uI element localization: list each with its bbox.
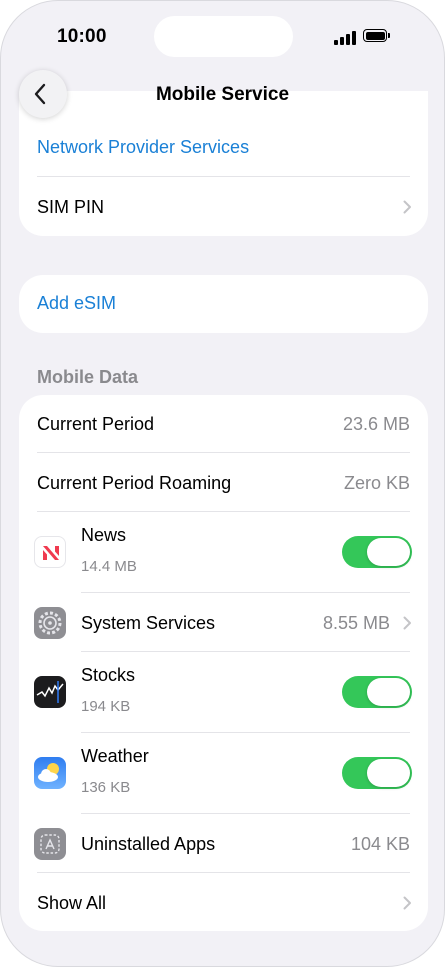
current-period-value: 23.6 MB xyxy=(342,414,410,434)
page-title: Mobile Service xyxy=(155,84,290,105)
network-group: Network Provider Services SIM PIN xyxy=(19,91,428,236)
stocks-icon xyxy=(34,676,66,708)
mobile-data-header: Mobile Data xyxy=(37,367,139,387)
show-all-row[interactable]: Show All xyxy=(19,873,428,931)
app-row-weather: Weather 136 KB xyxy=(19,733,428,814)
network-provider-services-row[interactable]: Network Provider Services xyxy=(19,119,428,177)
app-usage: 194 KB xyxy=(81,698,131,715)
weather-data-toggle[interactable] xyxy=(342,757,412,789)
app-row-stocks: Stocks 194 KB xyxy=(19,652,428,733)
app-row-news: News 14.4 MB xyxy=(19,512,428,593)
signal-icon xyxy=(334,31,356,45)
news-icon xyxy=(34,536,66,568)
chevron-right-icon xyxy=(403,200,411,214)
battery-icon xyxy=(363,29,390,42)
chevron-right-icon xyxy=(403,896,411,910)
app-row-system-services[interactable]: System Services 8.55 MB xyxy=(19,593,428,652)
sim-pin-label: SIM PIN xyxy=(37,197,105,217)
app-name: System Services xyxy=(81,613,216,633)
news-data-toggle[interactable] xyxy=(342,536,412,568)
status-time: 10:00 xyxy=(57,26,107,47)
system-services-icon xyxy=(34,607,66,639)
app-usage: 136 KB xyxy=(81,779,131,796)
app-name: Uninstalled Apps xyxy=(81,834,216,854)
current-period-label: Current Period xyxy=(37,414,155,434)
current-period-row: Current Period 23.6 MB xyxy=(19,395,428,453)
mobile-data-group: Current Period 23.6 MB Current Period Ro… xyxy=(19,395,428,931)
add-esim-button[interactable]: Add eSIM xyxy=(37,293,116,314)
current-period-roaming-value: Zero KB xyxy=(343,473,410,493)
app-usage: 14.4 MB xyxy=(81,558,137,575)
weather-icon xyxy=(34,757,66,789)
network-provider-services-link[interactable]: Network Provider Services xyxy=(37,137,249,158)
esim-group: Add eSIM xyxy=(19,275,428,333)
dynamic-island xyxy=(154,16,293,57)
app-name: News xyxy=(81,525,127,545)
current-period-roaming-label: Current Period Roaming xyxy=(37,473,232,493)
chevron-right-icon xyxy=(403,616,411,630)
stocks-data-toggle[interactable] xyxy=(342,676,412,708)
current-period-roaming-row: Current Period Roaming Zero KB xyxy=(19,453,428,512)
phone-screen: 10:00 Network Provider Services SIM PIN … xyxy=(0,0,445,967)
app-name: Stocks xyxy=(81,665,136,685)
app-usage: 8.55 MB xyxy=(322,613,390,633)
uninstalled-apps-icon xyxy=(34,828,66,860)
show-all-label: Show All xyxy=(37,893,107,913)
app-name: Weather xyxy=(81,746,149,766)
sim-pin-row[interactable]: SIM PIN xyxy=(19,177,428,236)
app-row-uninstalled-apps: Uninstalled Apps 104 KB xyxy=(19,814,428,873)
app-usage: 104 KB xyxy=(350,834,410,854)
